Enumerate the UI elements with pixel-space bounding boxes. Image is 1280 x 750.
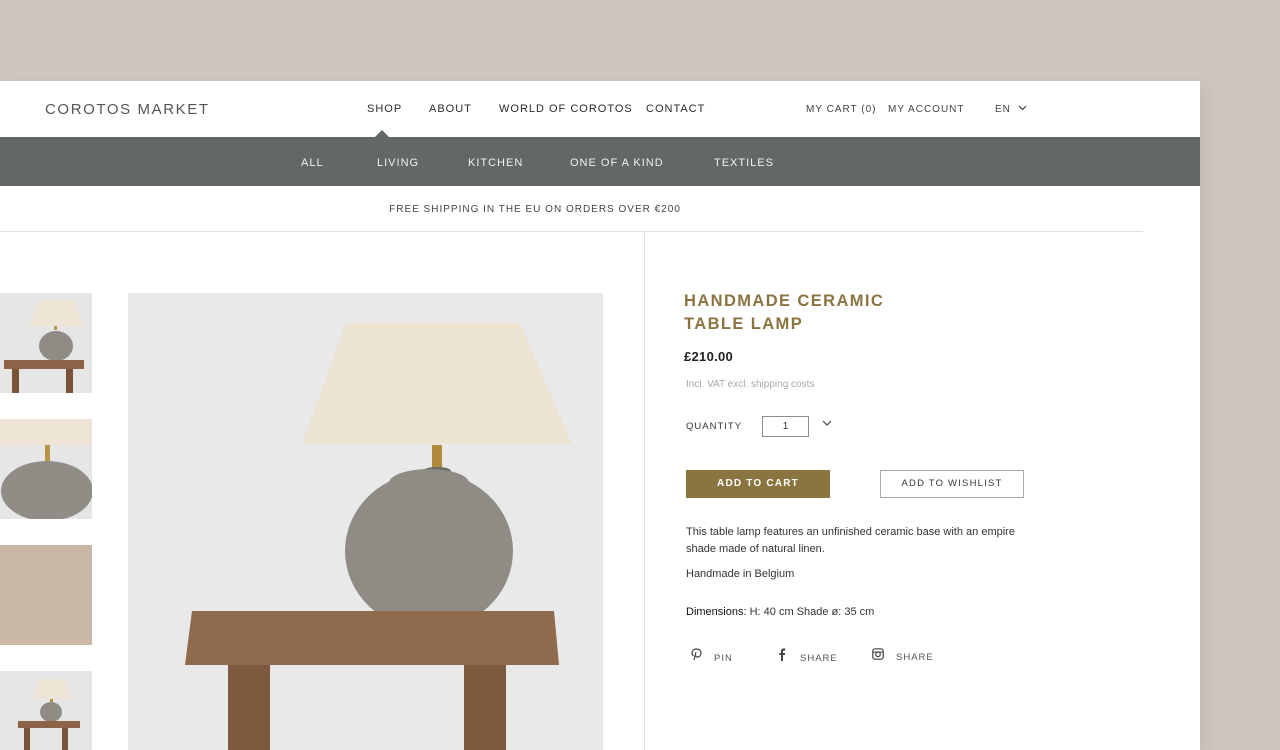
chevron-down-icon — [1018, 105, 1027, 111]
site-logo[interactable]: COROTOS MARKET — [45, 101, 210, 118]
divider — [0, 231, 1143, 232]
product-origin: Handmade in Belgium — [686, 568, 795, 580]
nav-shop[interactable]: SHOP — [367, 103, 402, 115]
my-account-link[interactable]: MY ACCOUNT — [888, 104, 965, 115]
category-kitchen[interactable]: KITCHEN — [468, 157, 523, 169]
column-divider — [644, 232, 645, 750]
category-bar: ALL LIVING KITCHEN ONE OF A KIND TEXTILE… — [0, 137, 1200, 186]
category-all[interactable]: ALL — [301, 157, 324, 169]
quantity-field[interactable]: 1 — [762, 416, 809, 437]
chevron-down-icon[interactable] — [822, 420, 832, 427]
quantity-label: QUANTITY — [686, 421, 743, 432]
site-header: COROTOS MARKET SHOP ABOUT WORLD OF COROT… — [0, 81, 1200, 138]
category-textiles[interactable]: TEXTILES — [714, 157, 774, 169]
share-facebook[interactable]: SHARE — [776, 648, 838, 664]
my-cart-link[interactable]: MY CART (0) — [806, 104, 876, 115]
instagram-icon — [872, 648, 884, 663]
nav-world-of-corotos[interactable]: WORLD OF COROTOS — [499, 103, 633, 115]
product-main-image — [128, 293, 603, 750]
pinterest-icon — [690, 648, 702, 664]
thumbnail-lamp-closeup[interactable] — [0, 419, 92, 519]
product-dimensions: Dimensions: H: 40 cm Shade ø: 35 cm — [686, 606, 874, 618]
product-title: HANDMADE CERAMIC TABLE LAMP — [684, 292, 885, 333]
shop-page: COROTOS MARKET SHOP ABOUT WORLD OF COROT… — [0, 81, 1200, 750]
product-description: This table lamp features an unfinished c… — [686, 526, 1015, 555]
dimensions-label: Dimensions: — [686, 606, 747, 618]
thumbnail-linen-texture[interactable] — [0, 545, 92, 645]
shipping-banner: FREE SHIPPING IN THE EU ON ORDERS OVER €… — [389, 204, 681, 215]
nav-about[interactable]: ABOUT — [429, 103, 472, 115]
share-label: PIN — [714, 653, 733, 664]
category-one-of-a-kind[interactable]: ONE OF A KIND — [570, 157, 664, 169]
dimensions-value: H: 40 cm Shade ø: 35 cm — [749, 606, 875, 618]
nav-contact[interactable]: CONTACT — [646, 103, 705, 115]
category-living[interactable]: LIVING — [377, 157, 419, 169]
share-label: SHARE — [800, 653, 838, 664]
share-instagram[interactable]: SHARE — [872, 648, 934, 663]
product-price: £210.00 — [684, 349, 734, 364]
vat-note: Incl. VAT excl. shipping costs — [686, 379, 815, 390]
language-label: EN — [995, 104, 1011, 115]
add-to-cart-button[interactable]: ADD TO CART — [686, 470, 830, 498]
add-to-wishlist-button[interactable]: ADD TO WISHLIST — [880, 470, 1024, 498]
language-selector[interactable]: EN — [995, 104, 1027, 115]
share-label: SHARE — [896, 652, 934, 663]
thumbnail-lamp-full[interactable] — [0, 293, 92, 393]
thumbnail-lamp-room[interactable] — [0, 671, 92, 750]
share-pinterest[interactable]: PIN — [690, 648, 733, 664]
facebook-icon — [776, 648, 788, 664]
